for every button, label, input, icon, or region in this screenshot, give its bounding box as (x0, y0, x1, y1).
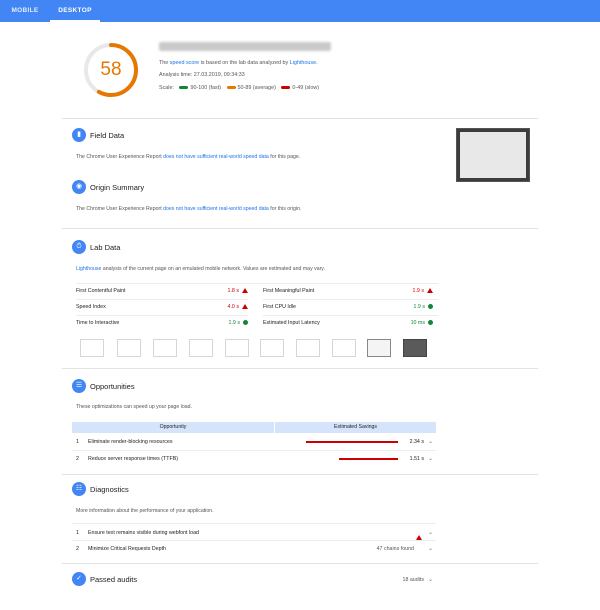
chevron-down-icon[interactable]: ⌄ (428, 529, 433, 536)
opportunity-label: Reduce server response times (TTFB) (88, 456, 179, 462)
chevron-down-icon[interactable]: ⌄ (428, 545, 433, 552)
filmstrip-frame (189, 339, 213, 357)
savings-value: 1.51 s (409, 456, 424, 462)
field-data-icon: ▮ (72, 128, 86, 142)
metric-fmp-label: First Meaningful Paint (263, 288, 315, 294)
filmstrip-frame (296, 339, 320, 357)
filmstrip-frame (260, 339, 284, 357)
metric-row-line (263, 315, 438, 316)
chevron-down-icon[interactable]: ⌄ (428, 576, 433, 583)
check-circle-icon (428, 320, 433, 326)
row-number: 1 (76, 530, 79, 536)
metric-si-label: Speed Index (76, 304, 106, 310)
field-data-link[interactable]: does not have sufficient real-world spee… (163, 154, 269, 160)
field-data-title: Field Data (90, 131, 125, 140)
diagnostic-label: Ensure text remains visible during webfo… (88, 530, 199, 536)
metrics-top-line (76, 283, 438, 284)
slow-dot-icon (281, 85, 291, 90)
passed-audits-count: 18 audits (402, 577, 425, 583)
metric-si-value: 4.0 s (200, 304, 248, 310)
opportunities-divider (62, 368, 538, 369)
origin-summary-title: Origin Summary (90, 183, 145, 192)
average-dot-icon (226, 85, 236, 90)
score-value: 58 (100, 59, 122, 80)
filmstrip-frame (153, 339, 177, 357)
analysis-time: Analysis time: 27.03.2019, 09:34:33 (159, 72, 245, 78)
score-scale: Scale: 90-100 (fast) 50-89 (average) 0-4… (159, 85, 320, 91)
savings-value: 2.34 s (409, 439, 424, 445)
metric-fcp-label: First Contentful Paint (76, 288, 126, 294)
tab-desktop[interactable]: DESKTOP (50, 0, 100, 22)
analyzed-url-blurred (159, 42, 331, 51)
opportunities-icon: ☰ (72, 379, 86, 393)
row-number: 2 (76, 546, 79, 552)
opportunities-title: Opportunities (90, 382, 135, 391)
diagnostics-divider (62, 474, 538, 475)
metric-row-line (76, 299, 248, 300)
opportunities-intro: These optimizations can speed up your pa… (76, 404, 192, 410)
filmstrip-frame (403, 339, 427, 357)
passed-audits-icon: ✓ (72, 572, 86, 586)
row-line (72, 540, 436, 541)
chevron-down-icon[interactable]: ⌄ (428, 438, 433, 445)
origin-summary-icon: ◉ (72, 180, 86, 194)
savings-bar (305, 441, 398, 443)
page-screenshot-thumbnail (456, 128, 530, 182)
row-number: 2 (76, 456, 79, 462)
warning-triangle-icon (242, 288, 248, 294)
origin-summary-link[interactable]: does not have sufficient real-world spee… (163, 206, 269, 212)
passed-audits-title[interactable]: Passed audits (90, 575, 137, 584)
diagnostic-value: 47 chains found (376, 546, 414, 552)
savings-bar (338, 458, 398, 460)
field-data-text: The Chrome User Experience Report does n… (76, 154, 301, 160)
metric-tti-value: 1.9 s (200, 320, 248, 326)
column-estimated-savings: Estimated Savings (334, 424, 377, 430)
lab-data-icon: ⏱ (72, 240, 86, 254)
row-number: 1 (76, 439, 79, 445)
speed-score-note: The speed score is based on the lab data… (159, 60, 318, 66)
passed-divider (62, 563, 538, 564)
filmstrip-frame (225, 339, 249, 357)
warning-triangle-icon (427, 288, 433, 294)
metric-eil-value: 10 ms (385, 320, 433, 326)
lighthouse-link[interactable]: Lighthouse (290, 60, 316, 66)
lighthouse-intro-link[interactable]: Lighthouse (76, 266, 101, 272)
metric-row-line (263, 299, 438, 300)
metric-fci-label: First CPU Idle (263, 304, 296, 310)
filmstrip-frame (80, 339, 104, 357)
column-opportunity: Opportunity (159, 424, 187, 430)
diagnostic-label: Minimize Critical Requests Depth (88, 546, 167, 552)
metric-fmp-value: 1.9 s (385, 288, 433, 294)
top-tab-bar: MOBILE DESKTOP (0, 0, 600, 22)
warning-triangle-icon (416, 529, 422, 547)
metric-tti-label: Time to Interactive (76, 320, 120, 326)
warning-triangle-icon (242, 304, 248, 310)
row-line (72, 523, 436, 524)
row-line (72, 450, 436, 451)
lab-data-intro: Lighthouse analysis of the current page … (76, 266, 325, 272)
origin-summary-text: The Chrome User Experience Report does n… (76, 206, 302, 212)
metric-eil-label: Estimated Input Latency (263, 320, 320, 326)
lab-divider (62, 228, 538, 229)
summary-divider (62, 118, 538, 119)
filmstrip-frame (332, 339, 356, 357)
tab-mobile[interactable]: MOBILE (0, 0, 50, 22)
opportunity-label: Eliminate render-blocking resources (88, 439, 173, 445)
filmstrip-frame (117, 339, 141, 357)
metric-row-line (76, 315, 248, 316)
chevron-down-icon[interactable]: ⌄ (428, 455, 433, 462)
metric-fci-value: 1.9 s (385, 304, 433, 310)
diagnostics-title: Diagnostics (90, 485, 129, 494)
metric-fcp-value: 1.8 s (200, 288, 248, 294)
check-circle-icon (428, 304, 433, 310)
fast-dot-icon (179, 85, 189, 90)
diagnostics-intro: More information about the performance o… (76, 508, 214, 514)
lab-data-title: Lab Data (90, 243, 121, 252)
check-circle-icon (243, 320, 248, 326)
diagnostics-icon: ☷ (72, 482, 86, 496)
speed-score-link[interactable]: speed score (170, 60, 199, 66)
filmstrip-frame (367, 339, 391, 357)
